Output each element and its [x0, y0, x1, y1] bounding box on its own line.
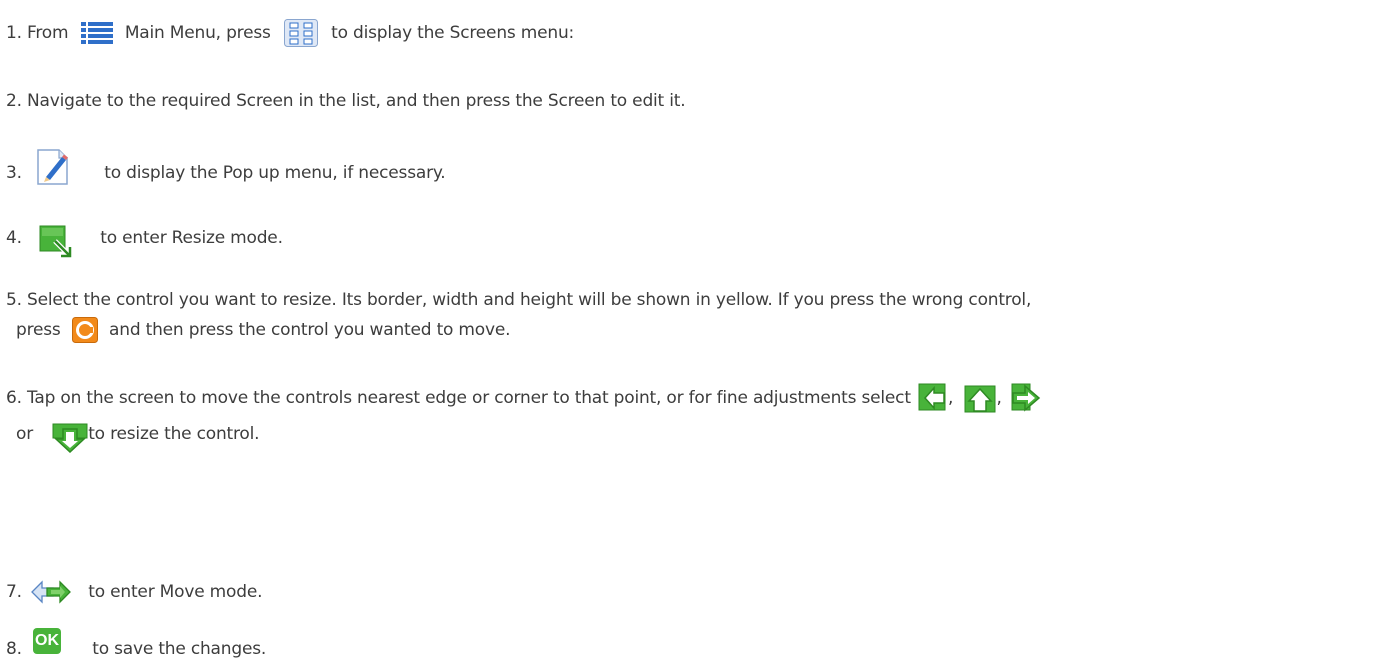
step-text: to enter Resize mode. [100, 228, 283, 248]
step-text: to save the changes. [92, 639, 267, 659]
step-text: press [16, 320, 61, 340]
left-arrow-icon [918, 383, 948, 413]
step-text: Main Menu, press [124, 23, 271, 43]
step-text: and then press the control you wanted to… [109, 320, 511, 340]
step-text: From [27, 23, 69, 43]
step-text: to enter Move mode. [88, 582, 263, 602]
ok-icon: OK [33, 628, 62, 654]
step-number: 7. [6, 582, 22, 602]
step-text: 2. Navigate to the required Screen in th… [6, 91, 686, 111]
step-7: 7. to enter Move mode. [6, 580, 262, 604]
separator: , [996, 388, 1002, 408]
move-arrows-icon [31, 580, 71, 604]
ok-icon-label: OK [33, 628, 62, 654]
step-number: 3. [6, 163, 22, 183]
step-8: 8. OK to save the changes. [6, 628, 267, 662]
step-text: 5. Select the control you want to resize… [6, 290, 1032, 310]
step-5: 5. Select the control you want to resize… [6, 289, 1031, 343]
down-arrow-icon [52, 423, 88, 453]
step-text: to display the Pop up menu, if necessary… [104, 163, 446, 183]
step-3: 3. to display the Pop up menu, if necess… [6, 149, 446, 193]
separator: , [948, 388, 954, 408]
step-text: to resize the control. [88, 424, 260, 444]
step-text: to display the Screens menu: [331, 23, 575, 43]
step-number: 8. [6, 639, 22, 659]
cancel-c-icon [71, 317, 98, 343]
main-menu-list-icon [80, 21, 114, 45]
step-4: 4. to enter Resize mode. [6, 221, 283, 259]
right-arrow-icon [1011, 383, 1041, 413]
edit-pencil-icon [35, 147, 71, 187]
step-6: 6. Tap on the screen to move the control… [6, 383, 1041, 453]
step-text: or [16, 424, 33, 444]
screens-grid-icon [283, 19, 318, 47]
up-arrow-icon [964, 383, 996, 413]
step-number: 1. [6, 23, 22, 43]
step-number: 4. [6, 228, 22, 248]
step-1: 1. From Main Menu, press to display the … [6, 19, 574, 47]
step-2: 2. Navigate to the required Screen in th… [6, 90, 686, 112]
resize-icon [39, 225, 73, 259]
step-text: 6. Tap on the screen to move the control… [6, 388, 911, 408]
